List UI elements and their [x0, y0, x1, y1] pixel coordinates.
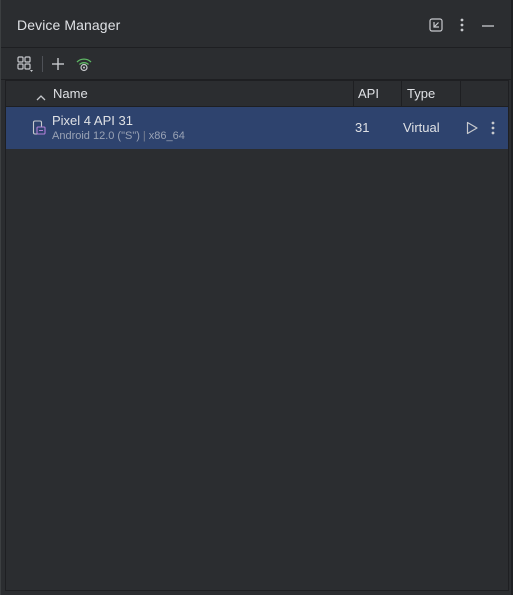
device-arch: x86_64: [148, 130, 185, 142]
device-api: 31: [355, 120, 370, 135]
column-header-api[interactable]: API: [358, 81, 379, 106]
device-manager-window: Device Manager Name API Type Pixel 4 API…: [0, 0, 513, 595]
column-divider[interactable]: [353, 81, 354, 106]
toolbar-divider: [42, 56, 43, 72]
device-name: Pixel 4 API 31: [52, 113, 133, 128]
row-more-vertical-icon[interactable]: [485, 120, 501, 136]
wifi-pair-icon[interactable]: [74, 54, 94, 74]
collapse-to-corner-icon[interactable]: [427, 16, 445, 34]
toolbar: [1, 48, 513, 80]
device-type: Virtual: [403, 120, 440, 135]
more-vertical-icon[interactable]: [453, 16, 471, 34]
add-icon[interactable]: [48, 54, 68, 74]
table-header: Name API Type: [6, 81, 508, 107]
device-os: Android 12.0 ("S"): [52, 130, 140, 142]
device-table: Name API Type Pixel 4 API 31 Android 12.…: [5, 80, 509, 591]
sort-ascending-icon[interactable]: [36, 88, 46, 107]
device-group-icon[interactable]: [15, 54, 35, 74]
title-bar: Device Manager: [1, 0, 513, 48]
column-header-type[interactable]: Type: [407, 81, 435, 106]
virtual-device-icon: [31, 120, 47, 136]
minimize-icon[interactable]: [479, 16, 497, 34]
detail-separator: |: [142, 130, 146, 142]
column-divider[interactable]: [401, 81, 402, 106]
device-details: Android 12.0 ("S") | x86_64: [52, 130, 185, 142]
window-title: Device Manager: [17, 17, 121, 33]
table-row[interactable]: Pixel 4 API 31 Android 12.0 ("S") | x86_64…: [6, 107, 508, 149]
column-divider[interactable]: [460, 81, 461, 106]
column-header-name[interactable]: Name: [53, 81, 88, 106]
launch-play-icon[interactable]: [464, 120, 480, 136]
